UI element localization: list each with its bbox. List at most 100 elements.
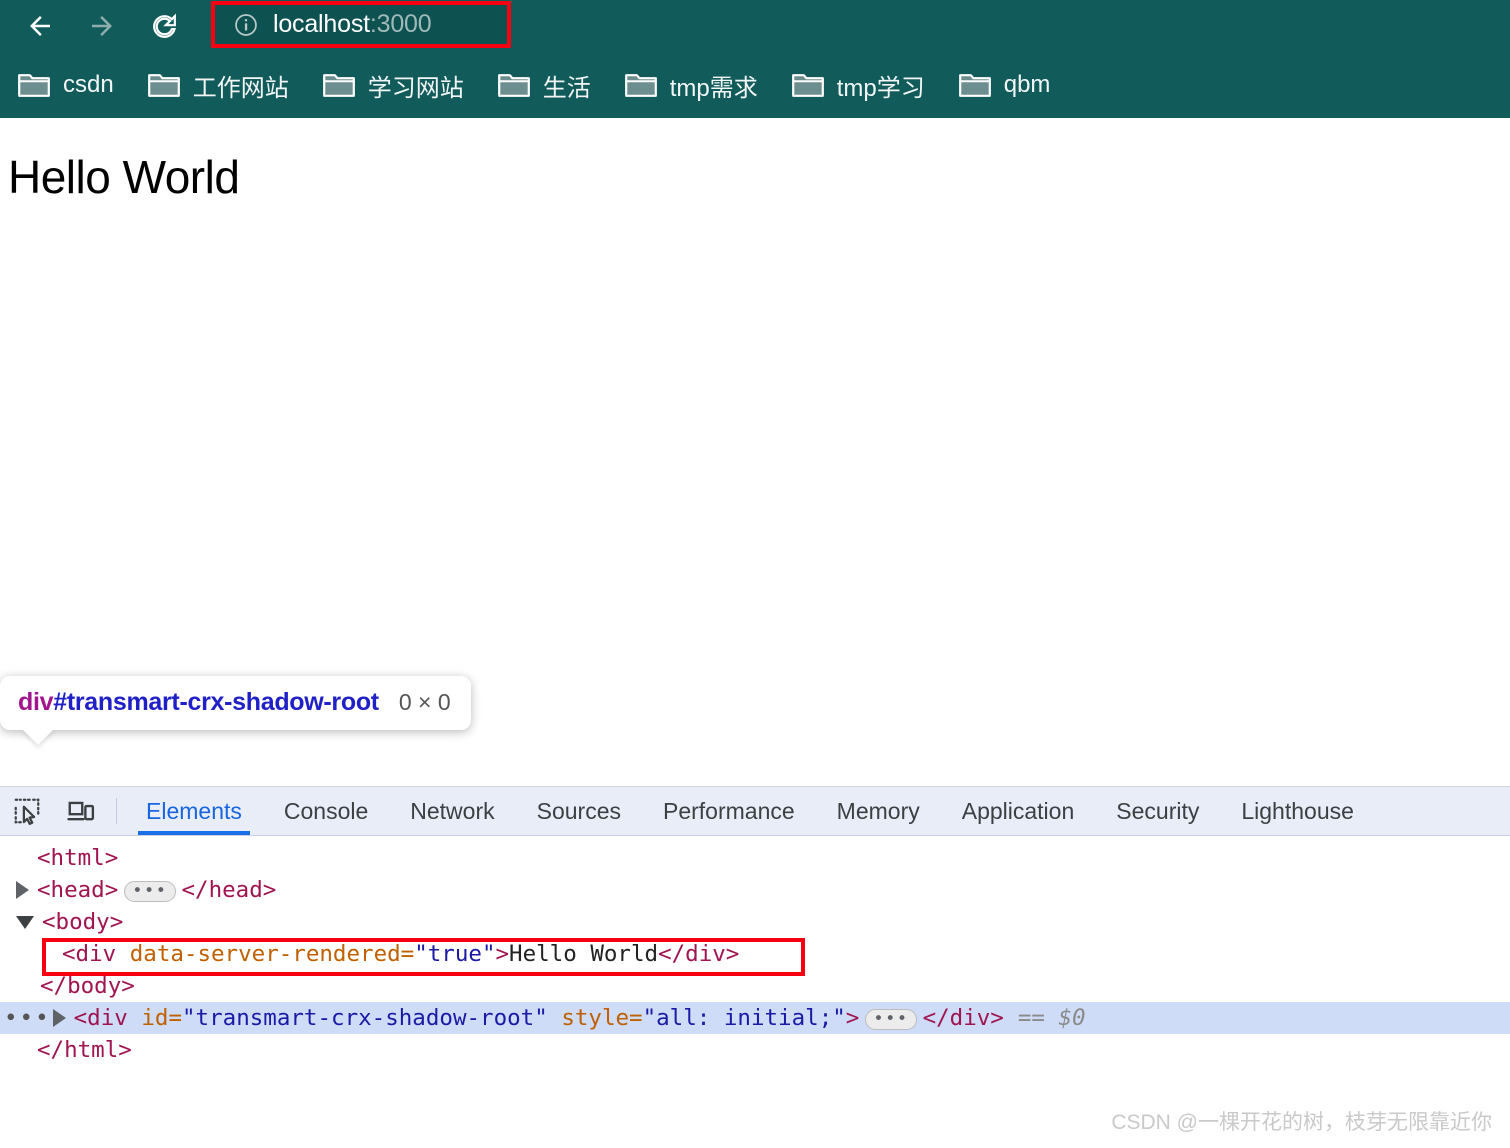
dom-tag: <div (62, 941, 117, 967)
url-host: localhost (273, 10, 370, 38)
dom-attr-equals: = (400, 941, 415, 967)
page-title: Hello World (8, 151, 240, 203)
tab-label: Security (1116, 797, 1200, 824)
tab-label: Memory (836, 797, 920, 824)
tab-label: Performance (663, 797, 795, 824)
tab-performance[interactable]: Performance (642, 787, 816, 835)
folder-icon (497, 74, 530, 97)
dom-tag-gt: > (845, 1005, 860, 1031)
tab-security[interactable]: Security (1095, 787, 1220, 835)
collapsed-content-badge[interactable]: ••• (865, 1008, 917, 1030)
info-circle-icon[interactable] (233, 12, 259, 38)
device-toolbar-icon[interactable] (54, 787, 108, 835)
bookmark-label: tmp学习 (836, 74, 925, 102)
forward-button[interactable] (80, 4, 124, 48)
devtools-panel: Elements Console Network Sources Perform… (0, 786, 1510, 1148)
dom-tag: <html> (37, 845, 119, 871)
bookmark-label: tmp需求 (669, 74, 758, 102)
url-bar[interactable]: localhost:3000 (211, 1, 511, 48)
tab-elements[interactable]: Elements (125, 787, 263, 835)
dom-attr-name: style (561, 1005, 630, 1031)
browser-navigation-toolbar: localhost:3000 (0, 0, 1510, 52)
dom-node-body-close[interactable]: </body> (0, 970, 1510, 1002)
tab-network[interactable]: Network (389, 787, 515, 835)
node-overflow-dots[interactable]: ••• (4, 1002, 51, 1034)
dom-tag-gt: > (495, 941, 510, 967)
chevron-right-icon[interactable] (52, 1009, 66, 1027)
folder-icon (18, 74, 50, 97)
dom-tag: <body> (42, 909, 124, 935)
bookmark-label: 学习网站 (367, 74, 464, 102)
tab-memory[interactable]: Memory (816, 787, 941, 835)
tab-application[interactable]: Application (941, 787, 1096, 835)
dom-node-html-close[interactable]: </html> (0, 1034, 1510, 1066)
devtools-tabbar: Elements Console Network Sources Perform… (0, 787, 1510, 836)
tooltip-element-id: #transmart-crx-shadow-root (53, 688, 379, 716)
arrow-left-icon (30, 16, 50, 36)
console-ref-label: == $0 (1017, 1005, 1086, 1031)
dom-attr-value: "true" (414, 941, 496, 967)
arrow-right-icon (92, 16, 112, 36)
element-inspect-tooltip: div #transmart-crx-shadow-root 0 × 0 (0, 676, 471, 745)
dom-tag-close: </body> (40, 973, 135, 999)
dom-attr-name: data-server-rendered (129, 941, 401, 967)
dom-tag: <head> (37, 877, 119, 903)
dom-tag: <div (73, 1005, 128, 1031)
dom-attr-value: "transmart-crx-shadow-root" (182, 1005, 548, 1031)
url-port: :3000 (369, 10, 432, 38)
dom-node-html-open[interactable]: <html> (0, 842, 1510, 874)
dom-text-node: Hello World (509, 941, 659, 967)
bookmark-folder-tmp-demand[interactable]: tmp需求 (624, 68, 758, 103)
dom-node-head[interactable]: <head> ••• </head> (0, 874, 1510, 906)
folder-icon (147, 74, 180, 97)
tooltip-dimensions: 0 × 0 (398, 689, 451, 715)
dom-tag-close: </div> (922, 1005, 1004, 1031)
tabbar-divider (116, 798, 117, 824)
tab-label: Application (961, 797, 1075, 824)
bookmark-folder-life[interactable]: 生活 (497, 68, 591, 103)
dom-node-hello-div[interactable]: <div data-server-rendered = "true" > Hel… (0, 938, 1510, 970)
browser-chrome: localhost:3000 csdn 工作网站 学习网站 生活 tmp需求 t… (0, 0, 1510, 118)
dom-node-body-open[interactable]: <body> (0, 906, 1510, 938)
bookmark-folder-study[interactable]: 学习网站 (322, 68, 464, 103)
bookmark-folder-qbm[interactable]: qbm (958, 71, 1051, 99)
bookmark-folder-csdn[interactable]: csdn (18, 71, 114, 99)
dom-attr-value: "all: initial;" (642, 1005, 846, 1031)
tab-label: Network (410, 797, 495, 824)
dom-tag-close: </div> (658, 941, 740, 967)
tab-console[interactable]: Console (263, 787, 389, 835)
bookmark-folder-tmp-study[interactable]: tmp学习 (791, 68, 925, 103)
tab-label: Lighthouse (1241, 797, 1354, 824)
dom-attr-name: id (141, 1005, 169, 1031)
collapsed-content-badge[interactable]: ••• (124, 880, 176, 902)
url-text: localhost:3000 (273, 10, 432, 39)
folder-icon (624, 74, 657, 97)
dom-tag-close: </head> (181, 877, 277, 903)
inspect-element-icon[interactable] (0, 787, 54, 835)
dom-tree[interactable]: <html> <head> ••• </head> <body> <div da… (0, 836, 1510, 1066)
folder-icon (791, 74, 824, 97)
tooltip-tag-name: div (18, 688, 54, 716)
folder-icon (958, 74, 991, 97)
dom-tag-close: </html> (37, 1037, 132, 1063)
chevron-right-icon[interactable] (16, 881, 29, 899)
back-button[interactable] (18, 4, 62, 48)
chevron-down-icon[interactable] (16, 915, 34, 929)
bookmark-folder-work[interactable]: 工作网站 (147, 68, 289, 103)
bookmark-label: 生活 (542, 74, 591, 102)
tab-lighthouse[interactable]: Lighthouse (1220, 787, 1375, 835)
tab-sources[interactable]: Sources (516, 787, 642, 835)
reload-button[interactable] (142, 4, 186, 48)
watermark-text: CSDN @一棵开花的树，枝芽无限靠近你 (1111, 1111, 1492, 1134)
tab-label: Sources (536, 797, 621, 824)
tab-label: Console (283, 797, 369, 824)
bookmark-label: 工作网站 (192, 74, 289, 102)
tooltip-pointer-arrow (22, 729, 54, 745)
folder-icon (322, 74, 355, 97)
tab-label: Elements (146, 797, 242, 824)
bookmark-label: csdn (63, 71, 114, 98)
dom-node-shadow-root-div[interactable]: ••• <div id = "transmart-crx-shadow-root… (0, 1002, 1510, 1034)
bookmark-label: qbm (1003, 71, 1051, 98)
bookmarks-bar: csdn 工作网站 学习网站 生活 tmp需求 tmp学习 qbm (0, 52, 1510, 118)
reload-icon (152, 13, 176, 38)
